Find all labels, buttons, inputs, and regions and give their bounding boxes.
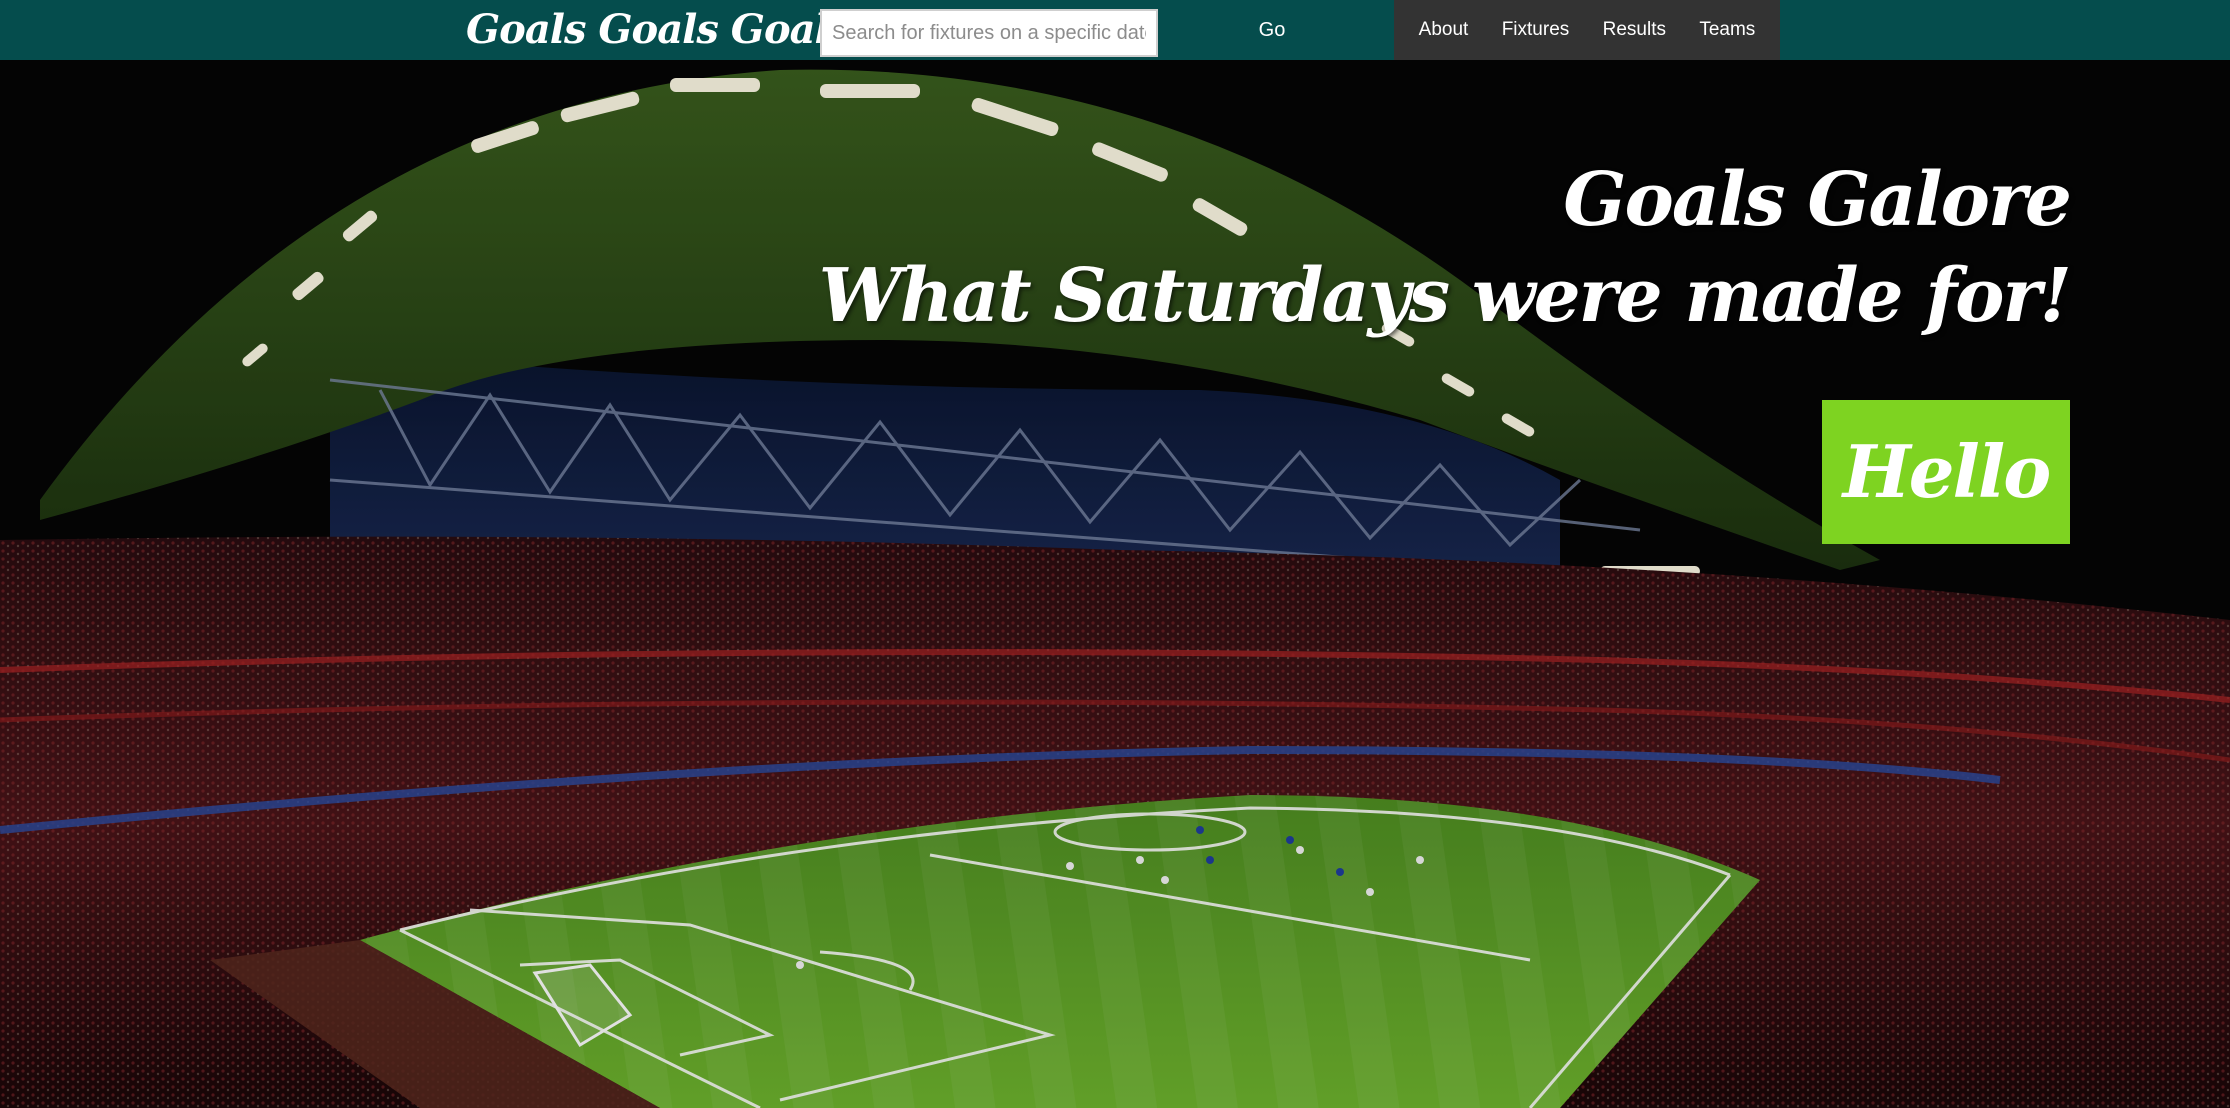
main-nav: About Fixtures Results Teams bbox=[1394, 0, 1780, 60]
go-button[interactable]: Go bbox=[1240, 0, 1304, 60]
hello-button[interactable]: Hello bbox=[1822, 400, 2070, 544]
nav-link-about[interactable]: About bbox=[1419, 19, 1469, 41]
hero-heading: Goals Galore What Saturdays were made fo… bbox=[818, 152, 2072, 344]
top-navbar: Goals Goals Goals Go About Fixtures Resu… bbox=[0, 0, 2230, 60]
hero-subtitle: What Saturdays were made for! bbox=[818, 253, 2072, 339]
nav-link-fixtures[interactable]: Fixtures bbox=[1502, 19, 1570, 41]
nav-link-results[interactable]: Results bbox=[1603, 19, 1666, 41]
hero-title: Goals Galore bbox=[1563, 157, 2072, 243]
hero-section: Goals Galore What Saturdays were made fo… bbox=[0, 60, 2230, 1108]
site-logo[interactable]: Goals Goals Goals bbox=[466, 3, 851, 57]
date-search-input[interactable] bbox=[820, 9, 1158, 57]
nav-link-teams[interactable]: Teams bbox=[1699, 19, 1755, 41]
